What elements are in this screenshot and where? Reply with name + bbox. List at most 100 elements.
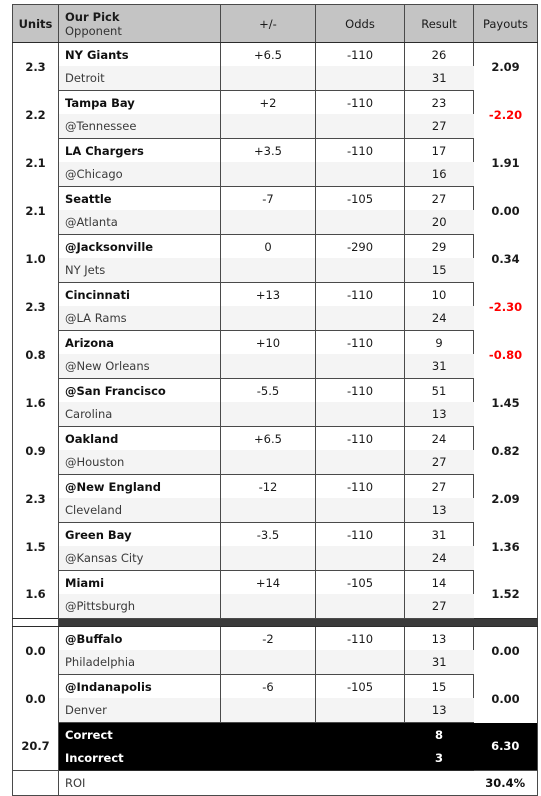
cell-spread: -2 — [220, 626, 316, 650]
cell-roi-value: 30.4% — [473, 770, 538, 796]
cell-odds: -105 — [315, 674, 405, 698]
cell-result-pick: 23 — [404, 90, 474, 114]
cell-result-opponent: 13 — [404, 498, 474, 523]
cell-pick: LA Chargers — [58, 138, 221, 162]
picks-sheet: Units Our Pick Opponent +/- Odds Result … — [12, 4, 538, 796]
table-row: @New Orleans 31 — [13, 354, 538, 379]
cell-odds: -110 — [315, 138, 405, 162]
cell-units: 1.6 — [12, 570, 59, 619]
table-row: 0.8 Arizona +10 -110 9 -0.80 — [12, 330, 538, 379]
cell-payout: 2.09 — [473, 42, 538, 91]
cell-correct-count: 8 — [404, 722, 474, 746]
cell-total-payout: 6.30 — [473, 722, 538, 771]
cell-odds-blank — [315, 162, 405, 187]
table-row: 1.6 Miami +14 -105 14 1.52 — [12, 570, 538, 619]
table-row: 2.1 LA Chargers +3.5 -110 17 1.91 — [12, 138, 538, 187]
cell-odds-blank — [315, 698, 405, 723]
cell-payout: 0.00 — [473, 674, 538, 723]
cell-payout: 1.52 — [473, 570, 538, 619]
table-row: 2.3 NY Giants +6.5 -110 26 2.09 — [12, 42, 538, 91]
separator-units-gap — [12, 618, 59, 627]
cell-pick: Tampa Bay — [58, 90, 221, 114]
column-header-pick: Our Pick Opponent — [58, 4, 221, 43]
cell-opponent: @Houston — [58, 450, 221, 475]
cell-total-units: 20.7 — [12, 722, 59, 771]
cell-result-pick: 15 — [404, 674, 474, 698]
cell-spread-blank — [220, 450, 316, 475]
cell-result-pick: 27 — [404, 474, 474, 498]
column-header-result: Result — [404, 4, 474, 43]
table-row: @Atlanta 20 — [13, 210, 538, 235]
column-header-payouts: Payouts — [473, 4, 538, 43]
cell-spread: +13 — [220, 282, 316, 306]
cell-odds-blank — [315, 450, 405, 475]
table-row: @Tennessee 27 — [13, 114, 538, 139]
cell-result-opponent: 24 — [404, 306, 474, 331]
cell-result-pick: 10 — [404, 282, 474, 306]
cell-odds: -110 — [315, 282, 405, 306]
cell-opponent: Denver — [58, 698, 221, 723]
cell-odds-blank — [315, 66, 405, 91]
cell-result-opponent: 27 — [404, 450, 474, 475]
cell-payout: -0.80 — [473, 330, 538, 379]
cell-units: 0.0 — [12, 674, 59, 723]
table-row: 1.6 @San Francisco -5.5 -110 51 1.45 — [12, 378, 538, 427]
table-row: 2.3 @New England -12 -110 27 2.09 — [12, 474, 538, 523]
cell-result-pick: 13 — [404, 626, 474, 650]
totals-row-incorrect: Incorrect 3 — [13, 746, 538, 771]
cell-units: 2.2 — [12, 90, 59, 139]
cell-result-opponent: 16 — [404, 162, 474, 187]
cell-result-pick: 51 — [404, 378, 474, 402]
cell-result-opponent: 31 — [404, 354, 474, 379]
cell-payout: 0.34 — [473, 234, 538, 283]
cell-odds-blank — [315, 114, 405, 139]
cell-odds: -110 — [315, 90, 405, 114]
separator-band — [58, 618, 538, 627]
table-row: NY Jets 15 — [13, 258, 538, 283]
cell-pick: Green Bay — [58, 522, 221, 546]
cell-spread: +3.5 — [220, 138, 316, 162]
cell-spread: +2 — [220, 90, 316, 114]
table-row: 0.0 @Indanapolis -6 -105 15 0.00 — [12, 674, 538, 723]
cell-spread-blank — [220, 162, 316, 187]
cell-pick: @Indanapolis — [58, 674, 221, 698]
cell-spread-blank — [220, 546, 316, 571]
cell-correct-label: Correct — [58, 722, 405, 746]
cell-spread: 0 — [220, 234, 316, 258]
cell-incorrect-label: Incorrect — [58, 746, 405, 771]
cell-result-pick: 17 — [404, 138, 474, 162]
totals-row-correct: 20.7 Correct 8 6.30 — [12, 722, 538, 771]
cell-opponent: NY Jets — [58, 258, 221, 283]
cell-pick: @New England — [58, 474, 221, 498]
table-header: Units Our Pick Opponent +/- Odds Result … — [12, 4, 538, 43]
cell-odds: -105 — [315, 570, 405, 594]
cell-opponent: @Pittsburgh — [58, 594, 221, 619]
cell-result-pick: 14 — [404, 570, 474, 594]
cell-result-opponent: 27 — [404, 594, 474, 619]
cell-spread: +14 — [220, 570, 316, 594]
cell-odds: -110 — [315, 378, 405, 402]
cell-spread-blank — [220, 354, 316, 379]
table-row: @Pittsburgh 27 — [13, 594, 538, 619]
cell-result-pick: 24 — [404, 426, 474, 450]
cell-units: 0.9 — [12, 426, 59, 475]
column-header-units: Units — [12, 4, 59, 43]
cell-result-pick: 27 — [404, 186, 474, 210]
cell-opponent: @Kansas City — [58, 546, 221, 571]
column-header-pick-line1: Our Pick — [65, 9, 120, 24]
roi-row: ROI 30.4% — [12, 770, 538, 796]
cell-roi-units-gap — [12, 770, 59, 796]
cell-spread: -6 — [220, 674, 316, 698]
cell-units: 0.0 — [12, 626, 59, 675]
table-row: 0.9 Oakland +6.5 -110 24 0.82 — [12, 426, 538, 475]
table-row: Philadelphia 31 — [13, 650, 538, 675]
table-row: @LA Rams 24 — [13, 306, 538, 331]
cell-pick: Arizona — [58, 330, 221, 354]
cell-units: 1.0 — [12, 234, 59, 283]
cell-result-pick: 26 — [404, 42, 474, 66]
cell-odds: -105 — [315, 186, 405, 210]
cell-odds-blank — [315, 354, 405, 379]
cell-odds: -110 — [315, 330, 405, 354]
cell-pick: Oakland — [58, 426, 221, 450]
cell-pick: @San Francisco — [58, 378, 221, 402]
